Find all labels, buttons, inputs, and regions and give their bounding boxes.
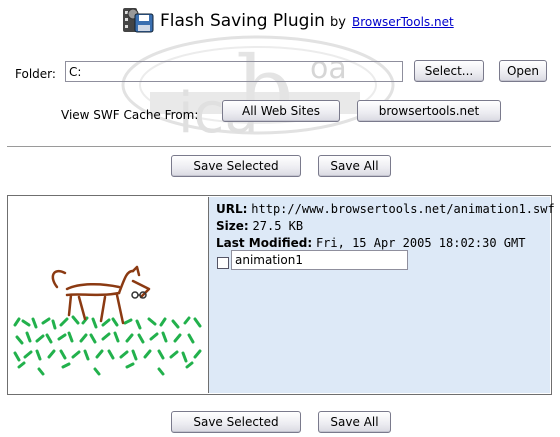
size-label: Size:: [216, 219, 249, 233]
last-modified-label: Last Modified:: [216, 236, 313, 250]
svg-text:b: b: [236, 37, 294, 142]
divider: [7, 146, 551, 147]
select-item-checkbox[interactable]: [217, 257, 229, 269]
swf-item-panel: URL: http://www.browsertools.net/animati…: [7, 195, 555, 395]
browsertools-site-button[interactable]: browsertools.net: [357, 100, 501, 122]
animation-preview-image: [13, 265, 202, 376]
save-selected-button-top[interactable]: Save Selected: [171, 155, 301, 177]
select-button[interactable]: Select...: [414, 60, 484, 82]
url-label: URL:: [216, 202, 248, 216]
swf-thumbnail[interactable]: [9, 197, 209, 393]
size-value: 27.5 KB: [252, 219, 304, 233]
save-all-button-bottom[interactable]: Save All: [318, 411, 391, 433]
item-name-input[interactable]: [231, 250, 408, 270]
folder-input[interactable]: [65, 61, 403, 82]
swf-info-area: URL: http://www.browsertools.net/animati…: [209, 197, 555, 393]
open-button[interactable]: Open: [499, 60, 547, 82]
app-title: Flash Saving Plugin: [160, 11, 325, 31]
last-modified-value: Fri, 15 Apr 2005 18:02:30 GMT: [315, 236, 526, 250]
folder-label: Folder:: [15, 67, 56, 81]
browsertools-link[interactable]: BrowserTools.net: [352, 15, 454, 29]
film-disk-icon: [123, 8, 154, 33]
url-value: http://www.browsertools.net/animation1.s…: [251, 202, 555, 216]
all-web-sites-button[interactable]: All Web Sites: [222, 100, 340, 122]
save-selected-button-bottom[interactable]: Save Selected: [171, 411, 301, 433]
save-all-button-top[interactable]: Save All: [318, 155, 391, 177]
cache-label: View SWF Cache From:: [61, 108, 199, 122]
by-label: by: [330, 15, 346, 30]
